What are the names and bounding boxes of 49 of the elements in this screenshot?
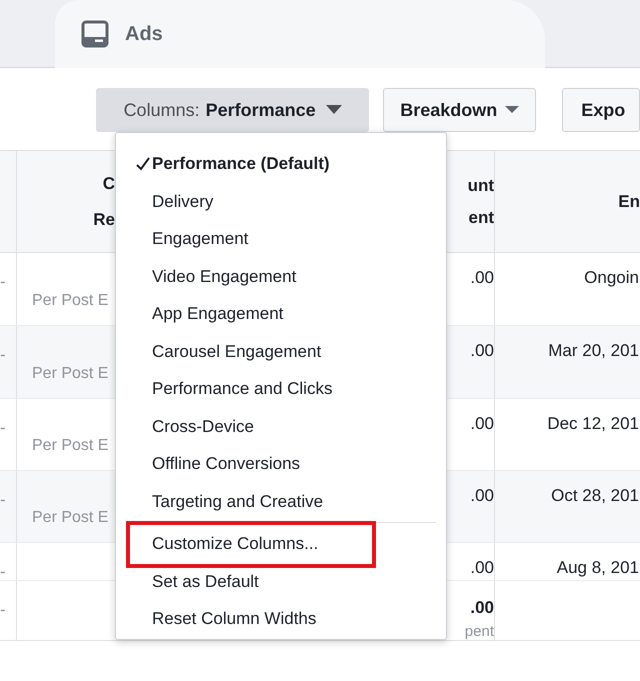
column-header: ent [468,206,494,228]
table-cell: - [0,562,6,581]
tab-label: Ads [125,22,163,47]
table-cell-text: Per Post E [32,291,108,311]
table-cell-text: Mar 20, 201 [548,340,640,362]
menu-item[interactable]: Performance and Clicks [116,370,446,408]
ads-tab[interactable]: Ads [55,0,545,68]
table-cell-text: .00 [470,485,494,507]
table-cell: - [0,418,6,437]
total-label: pent [464,622,494,642]
table-cell: - [0,272,6,291]
caret-icon [326,105,342,115]
table-cell-text: .00 [470,267,494,289]
table-cell-text: Ongoin [584,267,640,289]
breakdown-button[interactable]: Breakdown [383,88,536,132]
columns-dropdown[interactable]: Columns: Performance [96,88,370,132]
menu-item[interactable]: Cross-Device [116,408,446,445]
menu-item[interactable]: Offline Conversions [116,445,446,482]
menu-item[interactable]: Engagement [116,220,446,258]
table-cell-text: Oct 28, 201 [551,485,640,507]
menu-item[interactable]: Reset Column Widths [116,600,446,638]
caret-icon [505,106,520,114]
column-header: En [618,190,640,213]
menu-item[interactable]: Set as Default [116,562,446,600]
table-cell-text: Per Post E [32,364,108,384]
table-cell: - [0,490,6,509]
table-cell-text: Aug 8, 201 [556,557,640,579]
export-button[interactable]: Expo [562,88,640,132]
total-value: .00 [470,597,494,619]
table-cell-text: .00 [470,413,494,435]
table-cell-text: .00 [470,340,494,362]
column-header: Re [93,209,115,231]
menu-item[interactable]: App Engagement [116,295,446,332]
table-cell-text: Per Post E [32,508,108,528]
checkmark-icon [136,157,150,171]
menu-item[interactable]: Carousel Engagement [116,332,446,370]
menu-item[interactable]: Delivery [116,182,446,220]
table-cell: - [0,345,6,364]
table-cell: - [0,600,6,619]
menu-item[interactable]: Customize Columns... [116,525,446,562]
menu-item[interactable]: Video Engagement [116,258,446,295]
menu-item[interactable]: Targeting and Creative [116,482,446,520]
column-header: C [102,172,115,194]
table-cell-text: Per Post E [32,436,108,456]
column-header: unt [468,175,494,197]
menu-item[interactable]: Performance (Default) [116,145,446,182]
table-cell-text: .00 [470,557,494,579]
panel-icon [81,20,109,48]
table-cell-text: Dec 12, 201 [547,413,640,435]
